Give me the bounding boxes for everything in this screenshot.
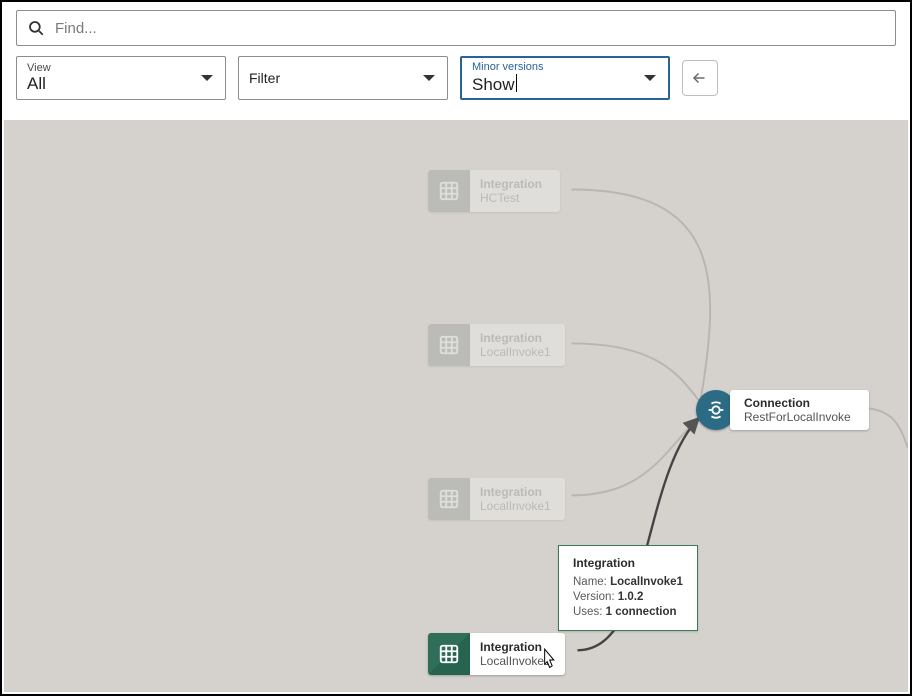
- filter-value: Filter: [249, 71, 411, 86]
- search-input[interactable]: [55, 20, 885, 37]
- view-label: View: [27, 63, 189, 74]
- search-bar[interactable]: [16, 10, 896, 46]
- node-type: Integration: [480, 485, 551, 499]
- tooltip-version-key: Version:: [573, 591, 615, 603]
- integration-icon: [428, 324, 470, 366]
- search-icon: [27, 19, 45, 37]
- view-dropdown[interactable]: View All: [16, 56, 226, 100]
- integration-tooltip: Integration Name: LocalInvoke1 Version: …: [558, 545, 698, 631]
- node-type: Integration: [480, 331, 551, 345]
- arrow-left-icon: [691, 69, 709, 87]
- integration-icon: [428, 478, 470, 520]
- integration-icon: [428, 170, 470, 212]
- integration-node-localinvoke-c[interactable]: Integration LocalInvoke1: [428, 633, 565, 675]
- dependency-canvas[interactable]: Integration HCTest Integration LocalInvo…: [4, 120, 908, 692]
- tooltip-version-val: 1.0.2: [618, 591, 644, 603]
- filters-row: View All Filter Minor versions Show: [16, 56, 896, 100]
- toolbar: View All Filter Minor versions Show: [2, 2, 910, 114]
- chevron-down-icon: [423, 75, 435, 81]
- back-button[interactable]: [682, 60, 718, 96]
- node-name: LocalInvoke1: [480, 654, 551, 668]
- minor-versions-dropdown[interactable]: Minor versions Show: [460, 56, 670, 100]
- tooltip-name-key: Name:: [573, 576, 607, 588]
- node-type: Connection: [744, 396, 851, 410]
- integration-node-localinvoke-a[interactable]: Integration LocalInvoke1: [428, 324, 565, 366]
- connection-node[interactable]: Connection RestForLocalInvoke: [696, 390, 869, 430]
- node-type: Integration: [480, 177, 546, 191]
- tooltip-uses-val: 1 connection: [606, 606, 677, 618]
- node-name: HCTest: [480, 191, 546, 205]
- node-name: RestForLocalInvoke: [744, 410, 851, 424]
- tooltip-title: Integration: [573, 556, 683, 570]
- view-value: All: [27, 75, 189, 94]
- minor-versions-label: Minor versions: [472, 62, 632, 73]
- minor-versions-value: Show: [472, 74, 632, 95]
- integration-node-localinvoke-b[interactable]: Integration LocalInvoke1: [428, 478, 565, 520]
- integration-icon: [428, 633, 470, 675]
- integration-node-hctest[interactable]: Integration HCTest: [428, 170, 560, 212]
- node-type: Integration: [480, 640, 551, 654]
- tooltip-name-val: LocalInvoke1: [610, 576, 683, 588]
- node-name: LocalInvoke1: [480, 499, 551, 513]
- filter-dropdown[interactable]: Filter: [238, 56, 448, 100]
- node-name: LocalInvoke1: [480, 345, 551, 359]
- chevron-down-icon: [201, 75, 213, 81]
- chevron-down-icon: [644, 75, 656, 81]
- tooltip-uses-key: Uses:: [573, 606, 602, 618]
